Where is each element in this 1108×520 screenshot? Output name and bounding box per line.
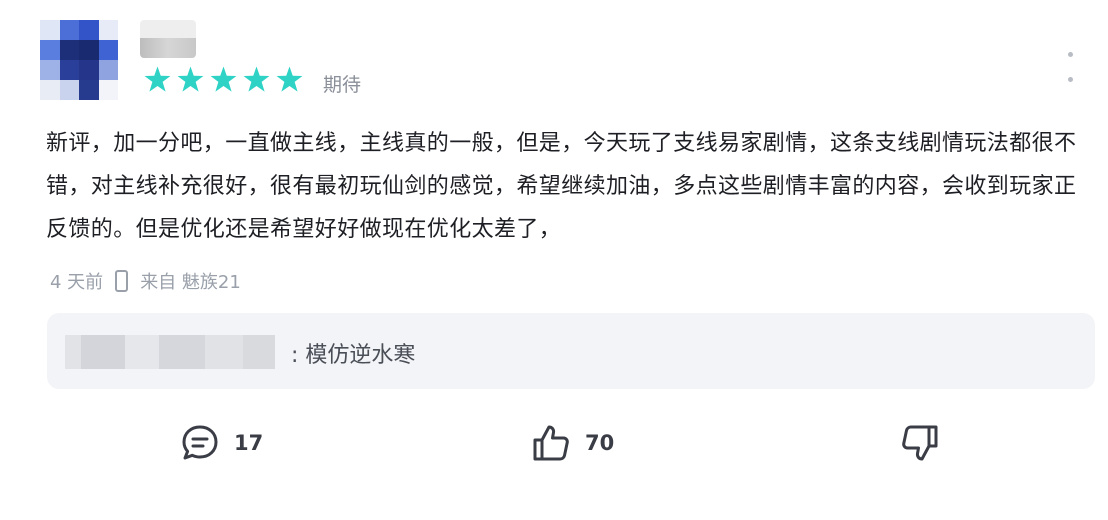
like-button[interactable]: 70 — [531, 420, 614, 466]
comment-count: 17 — [234, 431, 264, 455]
star-icon — [177, 66, 204, 92]
star-icon — [210, 66, 237, 92]
reply-author-blurred — [65, 335, 275, 369]
comment-button[interactable]: 17 — [180, 420, 263, 466]
review-source: 来自 魅族21 — [140, 272, 241, 293]
reply-text: : 模仿逆水寒 — [291, 343, 416, 368]
thumbs-up-icon — [533, 425, 569, 461]
like-count: 70 — [585, 431, 615, 455]
username-blurred[interactable] — [140, 20, 196, 58]
review-card: 期待 新评，加一分吧，一直做主线，主线真的一般，但是，今天玩了支线易家剧情，这条… — [0, 0, 1108, 520]
phone-icon — [115, 270, 129, 292]
reply-preview[interactable]: : 模仿逆水寒 — [47, 313, 1095, 389]
review-meta: 4 天前 来自 魅族21 — [50, 268, 241, 294]
star-icon — [243, 66, 270, 92]
dislike-button[interactable] — [900, 420, 940, 466]
action-bar: 17 70 — [0, 420, 1108, 466]
rating-stars — [144, 66, 303, 93]
rating-label: 期待 — [323, 74, 362, 96]
star-icon — [144, 66, 171, 92]
comment-bubble-icon — [182, 425, 218, 460]
more-vertical-icon[interactable] — [1062, 52, 1078, 82]
thumbs-down-icon — [902, 425, 938, 461]
avatar[interactable] — [40, 20, 118, 100]
star-icon — [276, 66, 303, 92]
review-time: 4 天前 — [50, 272, 104, 293]
review-text: 新评，加一分吧，一直做主线，主线真的一般，但是，今天玩了支线易家剧情，这条支线剧… — [46, 131, 1077, 242]
